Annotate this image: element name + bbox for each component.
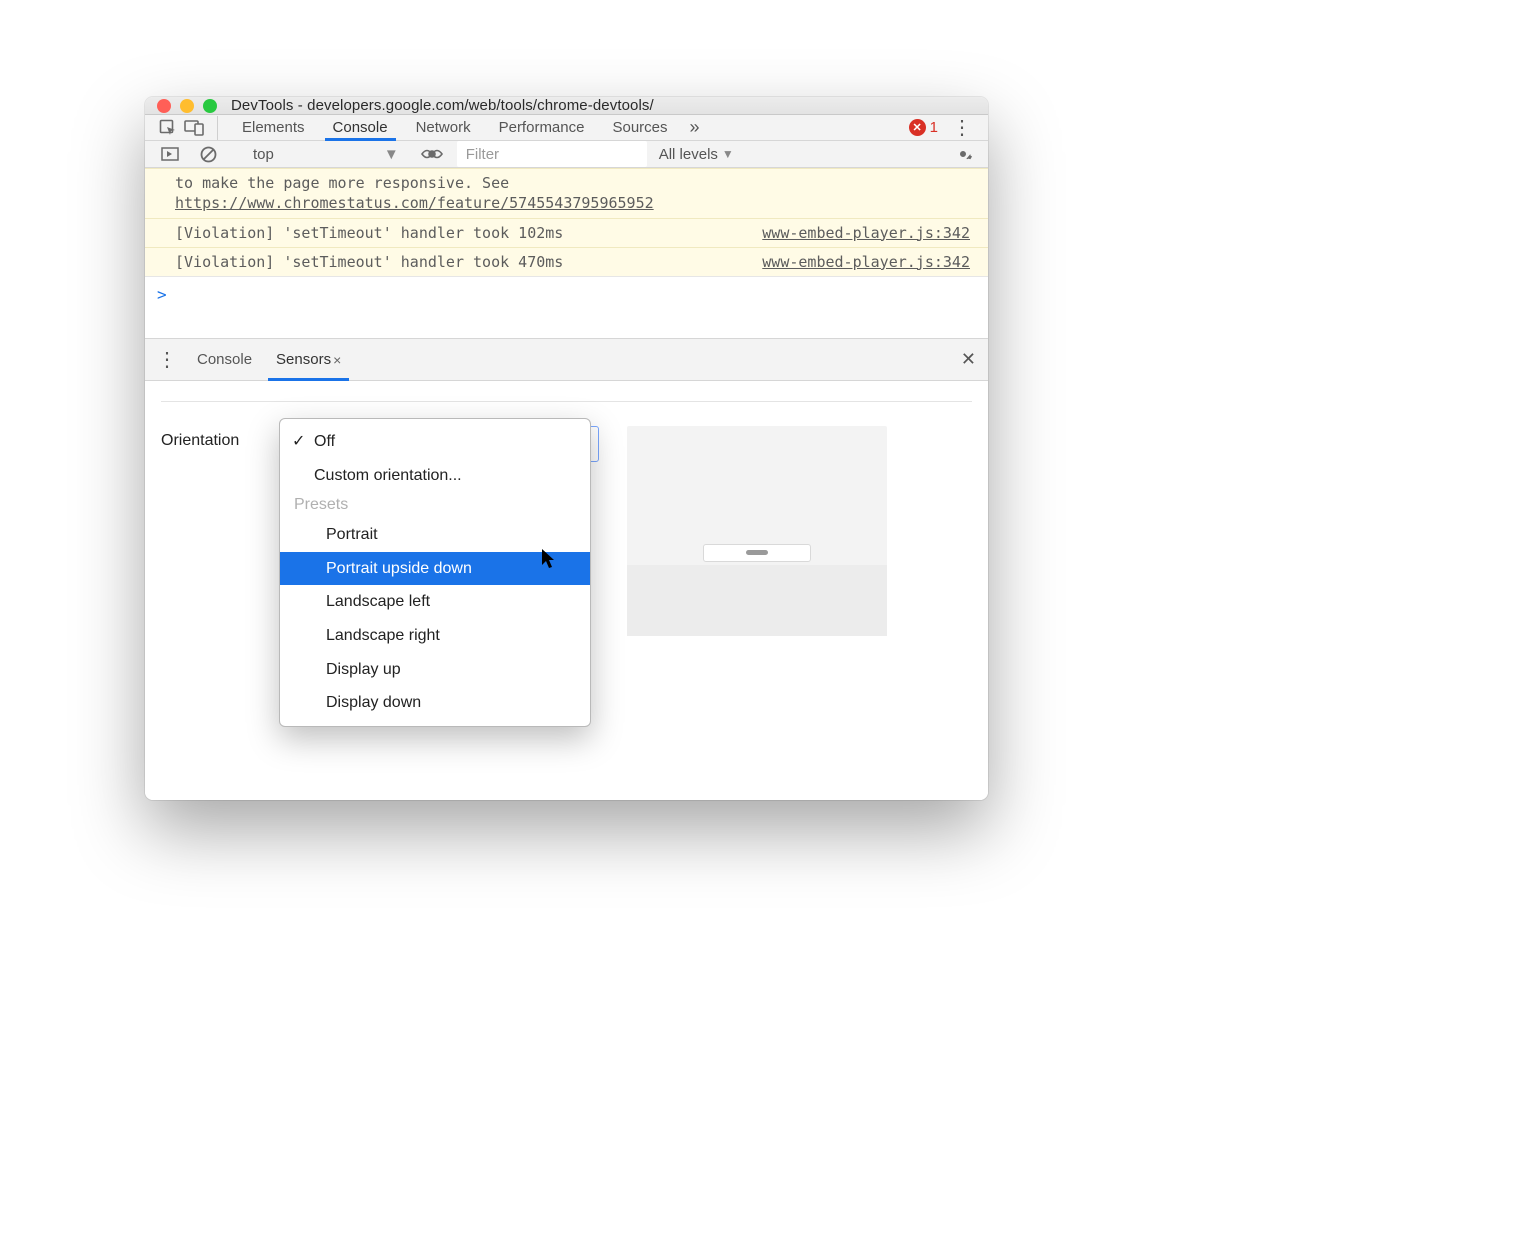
close-tab-icon[interactable]: × (333, 352, 341, 368)
drawer-tab-console[interactable]: Console (185, 339, 264, 380)
log-message: to make the page more responsive. See (175, 174, 509, 192)
device-preview-bar (703, 544, 811, 562)
dropdown-option-landscape-right[interactable]: Landscape right (280, 619, 590, 653)
log-message: [Violation] 'setTimeout' handler took 47… (175, 252, 762, 272)
zoom-window-button[interactable] (203, 99, 217, 113)
clear-console-icon[interactable] (195, 146, 221, 163)
tab-sources[interactable]: Sources (598, 115, 681, 140)
error-icon: ✕ (909, 119, 926, 136)
orientation-dropdown: Off Custom orientation... Presets Portra… (279, 418, 591, 727)
device-toggle-icon[interactable] (181, 120, 207, 136)
log-levels-label: All levels (659, 146, 718, 163)
log-row: to make the page more responsive. See ht… (145, 168, 988, 218)
toggle-sidebar-icon[interactable] (157, 147, 183, 161)
close-drawer-icon[interactable]: ✕ (961, 349, 976, 370)
main-tab-strip: Elements Console Network Performance Sou… (145, 115, 988, 141)
orientation-label: Orientation (161, 426, 261, 450)
log-row: [Violation] 'setTimeout' handler took 47… (145, 247, 988, 276)
dropdown-group-presets: Presets (280, 492, 590, 518)
log-link[interactable]: https://www.chromestatus.com/feature/574… (175, 194, 654, 212)
console-log-area: to make the page more responsive. See ht… (145, 168, 988, 276)
drawer-panel: ⋮ Console Sensors × ✕ Orientation ⇅ (145, 338, 988, 800)
drawer-tab-label: Sensors (276, 351, 331, 368)
log-levels-selector[interactable]: All levels ▼ (659, 146, 734, 163)
tab-console[interactable]: Console (319, 115, 402, 140)
cursor-icon (542, 549, 556, 569)
error-badge[interactable]: ✕ 1 (909, 119, 938, 136)
tab-network[interactable]: Network (402, 115, 485, 140)
minimize-window-button[interactable] (180, 99, 194, 113)
log-row: [Violation] 'setTimeout' handler took 10… (145, 218, 988, 247)
drawer-tab-sensors[interactable]: Sensors × (264, 339, 353, 380)
live-expression-icon[interactable] (419, 147, 445, 161)
drawer-body: Orientation ⇅ Off Custom orientation... … (145, 381, 988, 800)
drawer-menu-icon[interactable]: ⋮ (157, 347, 185, 372)
dropdown-option-off[interactable]: Off (280, 425, 590, 459)
console-settings-icon[interactable] (950, 145, 976, 163)
close-window-button[interactable] (157, 99, 171, 113)
chevron-down-icon: ▼ (384, 146, 399, 163)
dropdown-option-display-up[interactable]: Display up (280, 653, 590, 687)
device-preview-body (627, 565, 887, 636)
divider (217, 116, 218, 140)
error-count: 1 (930, 119, 938, 136)
tab-elements[interactable]: Elements (228, 115, 319, 140)
title-bar: DevTools - developers.google.com/web/too… (145, 97, 988, 115)
context-selector[interactable]: top ▼ (245, 144, 407, 165)
dropdown-option-display-down[interactable]: Display down (280, 686, 590, 720)
divider (161, 401, 972, 402)
dropdown-option-portrait[interactable]: Portrait (280, 518, 590, 552)
context-value: top (253, 146, 274, 163)
drawer-tab-strip: ⋮ Console Sensors × ✕ (145, 339, 988, 381)
more-tabs-icon[interactable]: » (682, 117, 708, 138)
console-prompt[interactable]: > (145, 276, 988, 312)
log-source-link[interactable]: www-embed-player.js:342 (762, 223, 988, 243)
console-toolbar: top ▼ All levels ▼ (145, 141, 988, 168)
log-source-link[interactable]: www-embed-player.js:342 (762, 252, 988, 272)
settings-menu-icon[interactable]: ⋮ (946, 115, 978, 140)
orientation-row: Orientation ⇅ Off Custom orientation... … (161, 426, 972, 636)
chevron-down-icon: ▼ (722, 147, 734, 161)
filter-input[interactable] (457, 141, 647, 167)
traffic-lights (157, 99, 217, 113)
dropdown-option-custom[interactable]: Custom orientation... (280, 459, 590, 493)
device-preview (627, 426, 887, 636)
devtools-window: DevTools - developers.google.com/web/too… (145, 97, 988, 800)
tab-performance[interactable]: Performance (485, 115, 599, 140)
dropdown-option-landscape-left[interactable]: Landscape left (280, 585, 590, 619)
window-title: DevTools - developers.google.com/web/too… (231, 97, 654, 114)
inspect-element-icon[interactable] (155, 119, 181, 137)
log-message: [Violation] 'setTimeout' handler took 10… (175, 223, 762, 243)
